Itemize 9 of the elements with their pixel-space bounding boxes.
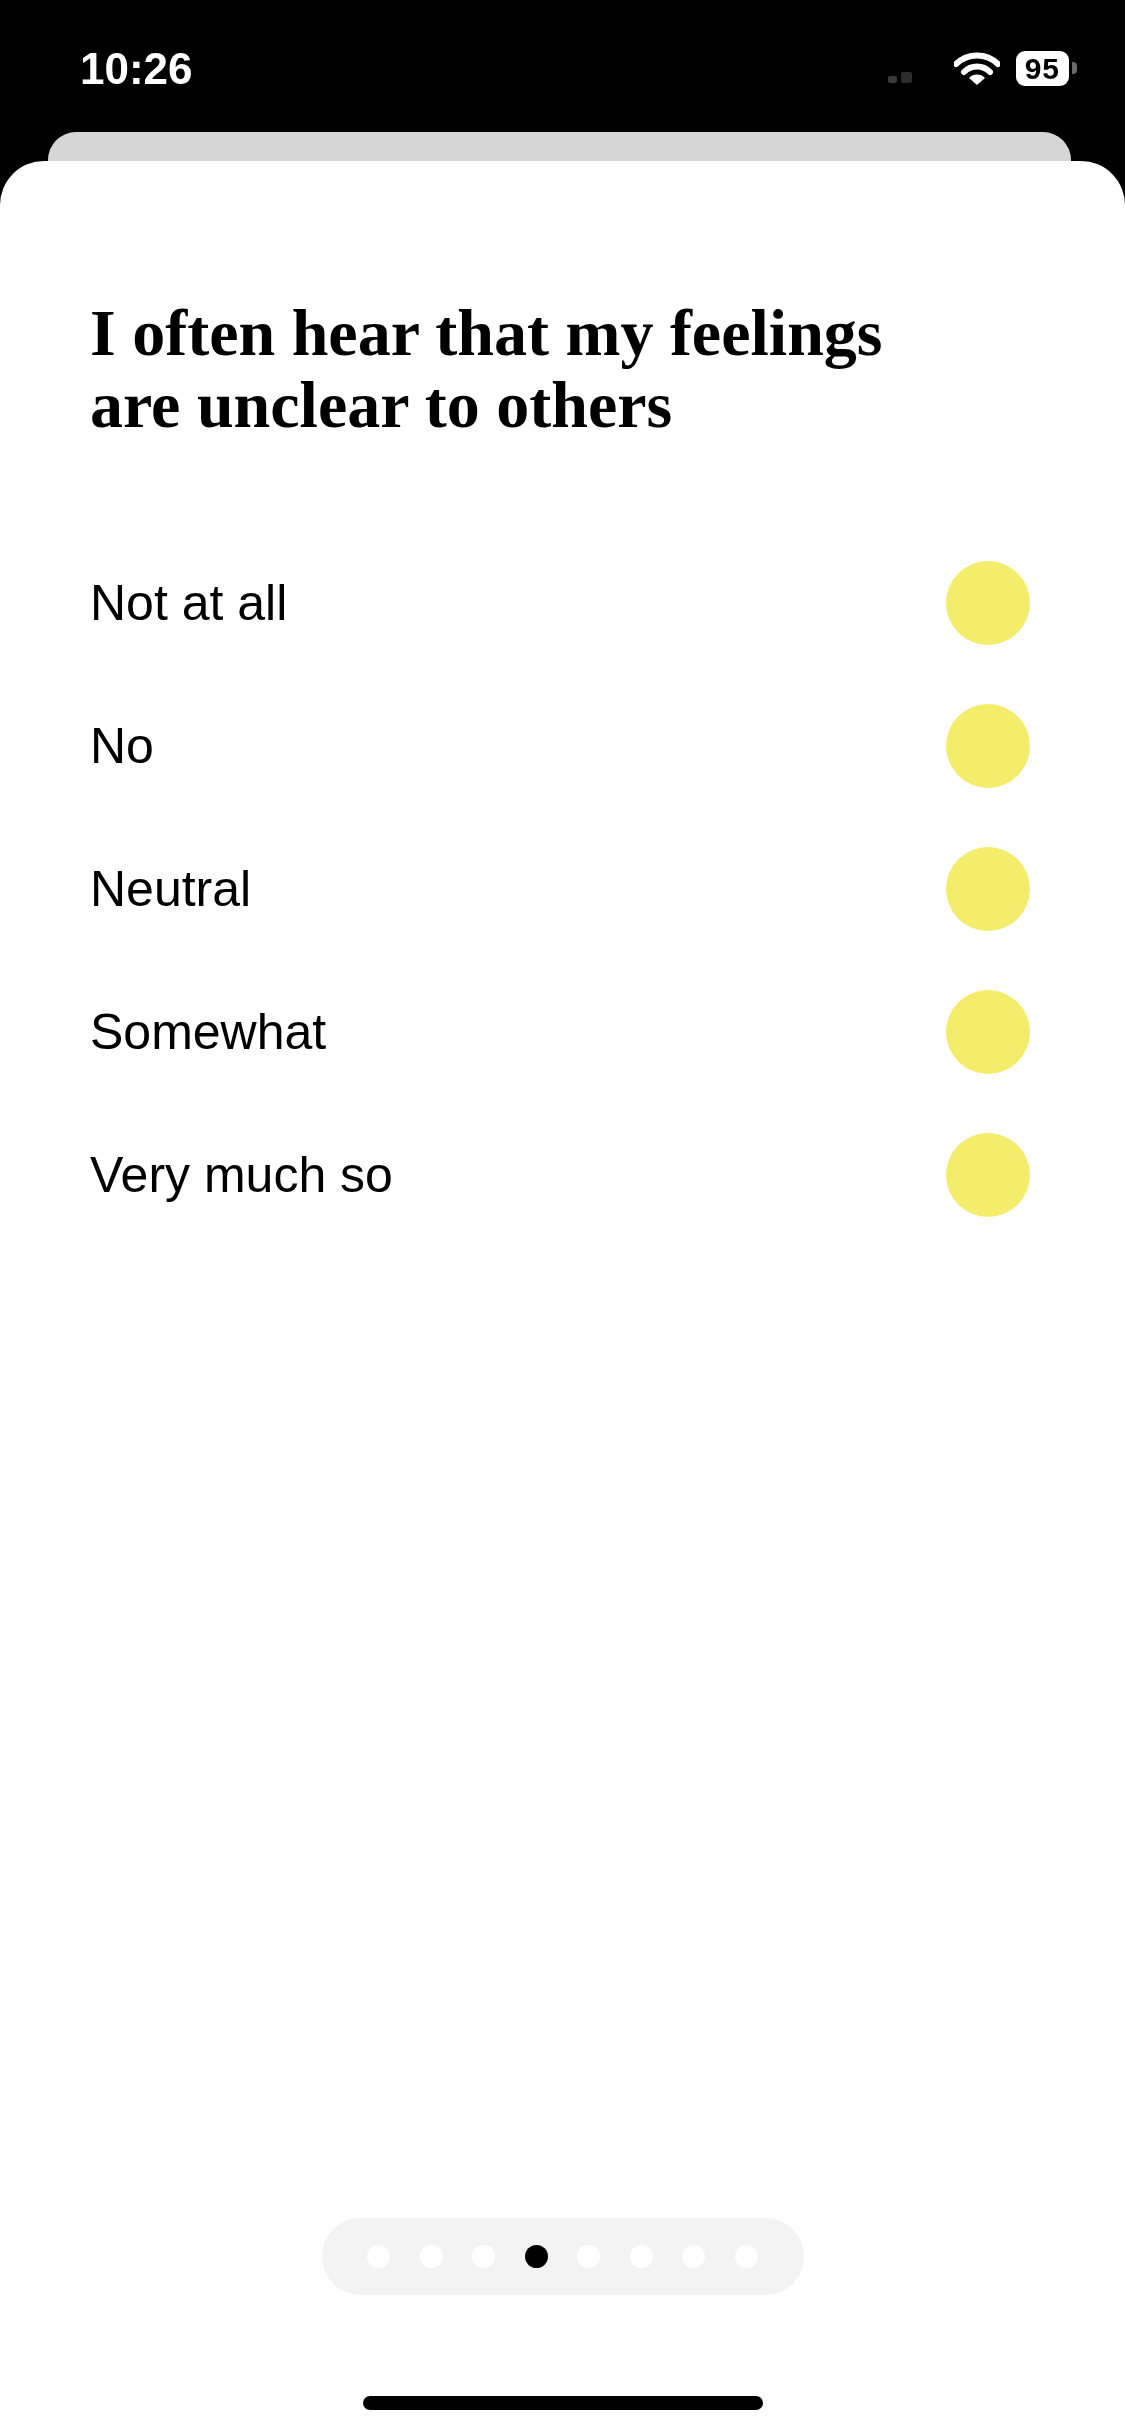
option-label[interactable]: Not at all	[90, 572, 288, 633]
option-label[interactable]: Somewhat	[90, 1001, 327, 1062]
question-title: I often hear that my feelings are unclear to others	[90, 297, 884, 441]
option-label[interactable]: Very much so	[90, 1144, 393, 1205]
option-label[interactable]: Neutral	[90, 858, 252, 919]
wifi-icon	[953, 51, 1000, 85]
battery-indicator: 95	[1015, 50, 1077, 86]
option-label[interactable]: No	[90, 715, 154, 776]
status-time: 10:26	[80, 43, 193, 95]
